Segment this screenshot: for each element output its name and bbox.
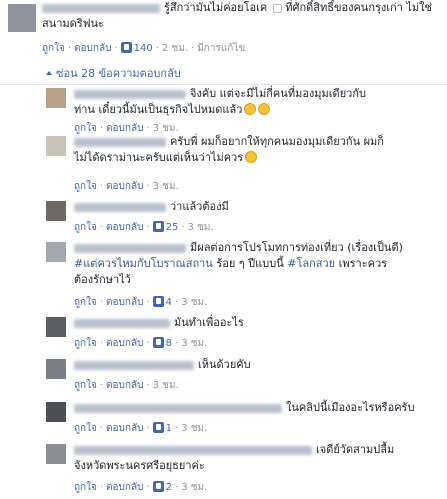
comment-meta: ถูกใจ · ตอบกลับ · 25 · 3 ชม.	[74, 221, 214, 233]
reply-text: #แต่ควรไหมกับโบราณสถาน ร้อย ๆ ปีแบบนี้ #…	[74, 257, 388, 270]
like-link[interactable]: ถูกใจ	[74, 123, 97, 134]
like-count[interactable]: 2	[166, 482, 172, 493]
commenter-name[interactable]	[74, 403, 282, 413]
commenter-name[interactable]	[42, 3, 160, 13]
reply-text: ต้องรักษาไว้	[74, 273, 131, 286]
timestamp[interactable]: 3 ชม.	[181, 482, 207, 493]
avatar[interactable]	[46, 444, 66, 464]
comment-body: รู้สึกว่ามันไม่ค่อยโอเค ที่ศักดิ์สิทธิ์ข…	[42, 0, 432, 32]
smiley-emoji-icon	[258, 103, 271, 115]
reply-link[interactable]: ตอบกลับ	[106, 423, 143, 434]
timestamp[interactable]: 2 ชม.	[162, 43, 188, 54]
reply-text: ในคลิปนี้เมืองอะไรหรือครับ	[286, 401, 415, 414]
reply-link[interactable]: ตอบกลับ	[74, 43, 111, 54]
comment-meta: ถูกใจ · ตอบกลับ · 8 · 3 ชม.	[74, 337, 208, 349]
commenter-name[interactable]	[74, 445, 312, 455]
reply-link[interactable]: ตอบกลับ	[106, 123, 143, 134]
timestamp[interactable]: 3 ชม.	[153, 380, 179, 391]
timestamp[interactable]: 3 ชม.	[153, 181, 179, 192]
caret-up-icon	[46, 71, 52, 75]
like-link[interactable]: ถูกใจ	[74, 297, 97, 308]
avatar[interactable]	[46, 136, 66, 156]
comment-meta: ถูกใจ · ตอบกลับ · 4 · 3 ชม.	[74, 296, 208, 308]
commenter-name[interactable]	[74, 202, 166, 212]
thumbs-up-icon	[152, 337, 164, 348]
comment-meta: ถูกใจ · ตอบกลับ · 3 ชม.	[74, 380, 179, 391]
reply-text: เจดีย์วัดสามปลื้ม	[316, 443, 395, 456]
comment-text-1b: ที่ศักดิ์สิทธิ์ของคนกรุงเก่า ไม่ใช่	[285, 1, 432, 14]
reply-link[interactable]: ตอบกลับ	[106, 181, 143, 192]
comment-meta: ถูกใจ · ตอบกลับ · 1 · 3 ชม.	[74, 422, 208, 434]
smiley-emoji-icon	[245, 151, 258, 163]
avatar[interactable]	[46, 201, 66, 221]
reply-text: ท่าน เดี๋ยวนี้มันเป็นธุรกิจไปหมดแล้ว	[74, 103, 243, 116]
timestamp[interactable]: 3 ชม.	[188, 222, 214, 233]
thumbs-up-icon	[120, 42, 132, 53]
timestamp[interactable]: 3 ชม.	[153, 123, 179, 134]
comment-text-2: สนามดริฟนะ	[42, 17, 104, 30]
divider	[0, 84, 447, 85]
reply-text: จังหวัดพระนครศรีอยุธยาค่ะ	[74, 459, 205, 472]
thumbs-up-icon	[152, 296, 164, 307]
like-count[interactable]: 4	[166, 297, 172, 308]
like-link[interactable]: ถูกใจ	[42, 43, 65, 54]
like-link[interactable]: ถูกใจ	[74, 423, 97, 434]
emoji-icon	[272, 4, 282, 13]
avatar[interactable]	[46, 402, 66, 422]
commenter-name[interactable]	[74, 243, 186, 253]
reply-link[interactable]: ตอบกลับ	[106, 222, 143, 233]
reply-link[interactable]: ตอบกลับ	[106, 482, 143, 493]
reply-text: ไม่ได้ดราม่านะครับแต่เห็นว่าไม่ควร	[74, 151, 244, 164]
reply-text: จิงคับ แต่จะมีไม่กี่คนที่มองมุมเดียวกับ	[190, 87, 366, 100]
hide-replies-link[interactable]: ซ่อน 28 ข้อความตอบกลับ	[46, 64, 181, 82]
like-link[interactable]: ถูกใจ	[74, 380, 97, 391]
like-count[interactable]: 140	[134, 43, 153, 54]
like-count[interactable]: 25	[166, 222, 179, 233]
edited-label[interactable]: มีการแก้ไข	[197, 43, 245, 54]
reply-link[interactable]: ตอบกลับ	[106, 338, 143, 349]
avatar[interactable]	[8, 4, 36, 32]
reply-text: ครับพี่ ผมก็อยากให้ทุกคนมองมุมเดียวกัน ผ…	[170, 135, 384, 148]
commenter-name[interactable]	[74, 360, 194, 370]
commenter-name[interactable]	[74, 318, 170, 328]
like-link[interactable]: ถูกใจ	[74, 338, 97, 349]
comment-text-1: รู้สึกว่ามันไม่ค่อยโอเค	[164, 1, 268, 14]
commenter-name[interactable]	[74, 89, 186, 99]
hashtag-link[interactable]: #แต่ควรไหมกับโบราณสถาน	[74, 257, 213, 270]
like-count[interactable]: 8	[166, 338, 172, 349]
commenter-name[interactable]	[74, 137, 166, 147]
thumbs-up-icon	[152, 221, 164, 232]
smiley-emoji-icon	[244, 103, 257, 115]
like-count[interactable]: 1	[166, 423, 172, 434]
timestamp[interactable]: 3 ชม.	[181, 338, 207, 349]
like-link[interactable]: ถูกใจ	[74, 482, 97, 493]
like-link[interactable]: ถูกใจ	[74, 181, 97, 192]
timestamp[interactable]: 3 ชม.	[181, 423, 207, 434]
avatar[interactable]	[46, 359, 66, 379]
thumbs-up-icon	[152, 422, 164, 433]
avatar[interactable]	[46, 88, 66, 108]
reply-text: มันทำเพื่ออะไร	[174, 316, 244, 329]
like-link[interactable]: ถูกใจ	[74, 222, 97, 233]
avatar[interactable]	[46, 317, 66, 337]
comment-meta: ถูกใจ · ตอบกลับ · 140 · 2 ชม. · มีการแก้ไข	[42, 42, 246, 54]
reply-text: มีผลต่อการโปรโมทการท่องเที่ยว (เรื่องเป็…	[190, 241, 403, 254]
reply-link[interactable]: ตอบกลับ	[106, 297, 143, 308]
comment-meta: ถูกใจ · ตอบกลับ · 2 · 3 ชม.	[74, 481, 208, 493]
comment-meta: ถูกใจ · ตอบกลับ · 3 ชม.	[74, 181, 179, 192]
thumbs-up-icon	[152, 481, 164, 492]
reply-text: ว่าแล้วต้องมี	[170, 200, 229, 213]
hashtag-link[interactable]: #โลกสวย	[287, 257, 335, 270]
avatar[interactable]	[46, 242, 66, 262]
timestamp[interactable]: 3 ชม.	[181, 297, 207, 308]
reply-text: เห็นด้วยคับ	[198, 358, 251, 371]
comment-thread: รู้สึกว่ามันไม่ค่อยโอเค ที่ศักดิ์สิทธิ์ข…	[0, 0, 447, 499]
reply-link[interactable]: ตอบกลับ	[106, 380, 143, 391]
